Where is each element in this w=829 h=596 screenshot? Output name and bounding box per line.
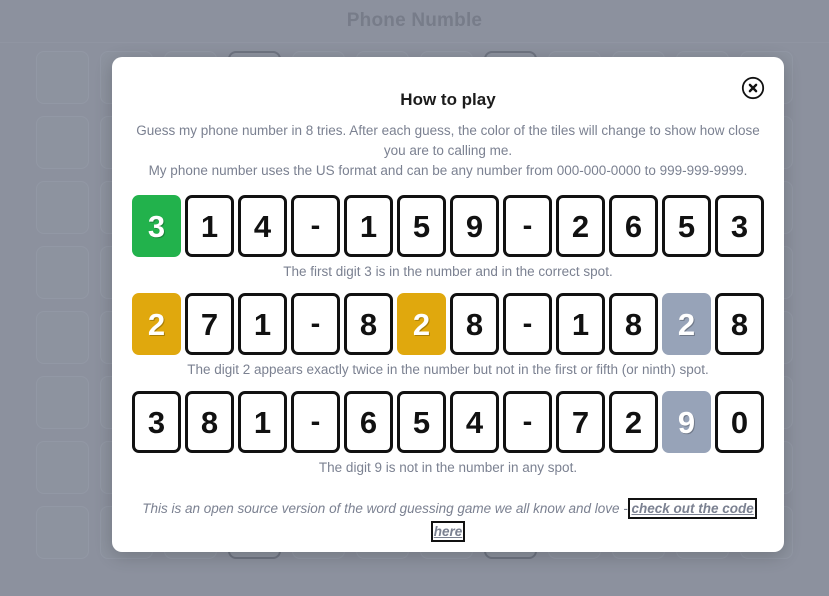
example-1: 3 1 4-1 5 9-2 6 5 3 The first digit 3 is in the … (132, 195, 764, 279)
how-to-play-dialog: How to play Guess my phone number in 8 t… (112, 57, 784, 552)
example-tile: 9 (450, 195, 499, 257)
instructions-paragraph: Guess my phone number in 8 tries. After … (133, 121, 763, 181)
example-caption: The digit 9 is not in the number in any … (318, 460, 578, 475)
example-tile: - (291, 391, 340, 453)
example-tile: 1 (238, 391, 287, 453)
example-tile: - (503, 195, 552, 257)
example-tile: 3 (132, 195, 181, 257)
example-caption: The digit 2 appears exactly twice in the… (187, 362, 709, 377)
example-tile: 4 (238, 195, 287, 257)
example-tile: 7 (185, 293, 234, 355)
close-circle-icon (741, 76, 765, 100)
example-tile: 8 (609, 293, 658, 355)
example-tile: 5 (397, 391, 446, 453)
example-2: 2 7 1-8 2 8-1 8 2 8 The digit 2 appears exactly … (132, 293, 764, 377)
example-tile: 2 (662, 293, 711, 355)
instructions-line-1: Guess my phone number in 8 tries. After … (136, 123, 760, 158)
example-tile: 9 (662, 391, 711, 453)
example-caption: The first digit 3 is in the number and i… (283, 264, 613, 279)
example-tile: 2 (397, 293, 446, 355)
example-tile: 1 (556, 293, 605, 355)
example-tile: 0 (715, 391, 764, 453)
example-tile: 6 (344, 391, 393, 453)
example-tile: 3 (715, 195, 764, 257)
example-tile: - (503, 293, 552, 355)
example-3: 3 8 1-6 5 4-7 2 9 0 The digit 9 is not in the nu… (132, 391, 764, 475)
dialog-title: How to play (400, 90, 496, 109)
example-tile: 7 (556, 391, 605, 453)
close-icon[interactable] (741, 76, 765, 100)
example-tile: 2 (609, 391, 658, 453)
example-tile-row: 314-159-2653 (132, 195, 764, 257)
example-tile-row: 271-828-1828 (132, 293, 764, 355)
example-tile: 3 (132, 391, 181, 453)
example-tile: 6 (609, 195, 658, 257)
example-tile: - (503, 391, 552, 453)
example-tile: 8 (450, 293, 499, 355)
instructions-line-2: My phone number uses the US format and c… (148, 163, 748, 178)
example-tile: 8 (715, 293, 764, 355)
footer-note: This is an open source version of the wo… (130, 497, 766, 543)
example-tile: 2 (556, 195, 605, 257)
example-tile: 5 (397, 195, 446, 257)
example-tile: 8 (185, 391, 234, 453)
example-tile-row: 381-654-7290 (132, 391, 764, 453)
example-tile: - (291, 293, 340, 355)
example-tile: 2 (132, 293, 181, 355)
example-tile: 1 (344, 195, 393, 257)
footer-text: This is an open source version of the wo… (142, 501, 632, 516)
example-tile: - (291, 195, 340, 257)
example-tile: 4 (450, 391, 499, 453)
example-tile: 8 (344, 293, 393, 355)
example-tile: 1 (238, 293, 287, 355)
examples-container: 3 1 4-1 5 9-2 6 5 3 The first digit 3 is in the … (132, 181, 764, 475)
example-tile: 5 (662, 195, 711, 257)
example-tile: 1 (185, 195, 234, 257)
